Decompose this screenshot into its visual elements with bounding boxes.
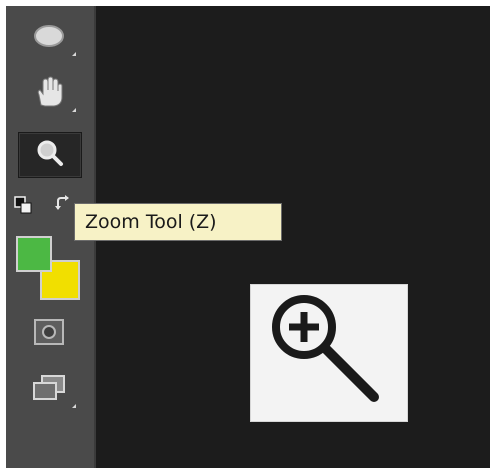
tooltip: Zoom Tool (Z) xyxy=(74,203,282,241)
tooltip-text: Zoom Tool (Z) xyxy=(85,211,217,233)
ellipse-marquee-icon xyxy=(32,23,66,53)
quick-mask-button[interactable] xyxy=(18,312,80,356)
zoom-tool-button[interactable] xyxy=(18,132,82,178)
hand-icon xyxy=(32,75,66,113)
submenu-indicator-icon xyxy=(72,404,76,408)
submenu-indicator-icon xyxy=(72,108,76,112)
workspace: Zoom Tool (Z) xyxy=(6,6,490,468)
default-colors-icon[interactable] xyxy=(14,196,32,218)
screenshot: Zoom Tool (Z) xyxy=(0,0,492,472)
quick-mask-icon xyxy=(34,319,64,349)
elliptical-marquee-tool-button[interactable] xyxy=(18,16,80,60)
foreground-color-swatch[interactable] xyxy=(16,236,52,272)
zoom-icon xyxy=(34,137,66,173)
hand-tool-button[interactable] xyxy=(18,72,80,116)
swap-colors-icon[interactable] xyxy=(54,195,72,217)
submenu-indicator-icon xyxy=(72,52,76,56)
zoom-in-icon xyxy=(264,291,394,415)
zoom-icon-closeup xyxy=(250,284,408,422)
screen-mode-icon xyxy=(32,374,66,406)
screen-mode-button[interactable] xyxy=(18,368,80,412)
